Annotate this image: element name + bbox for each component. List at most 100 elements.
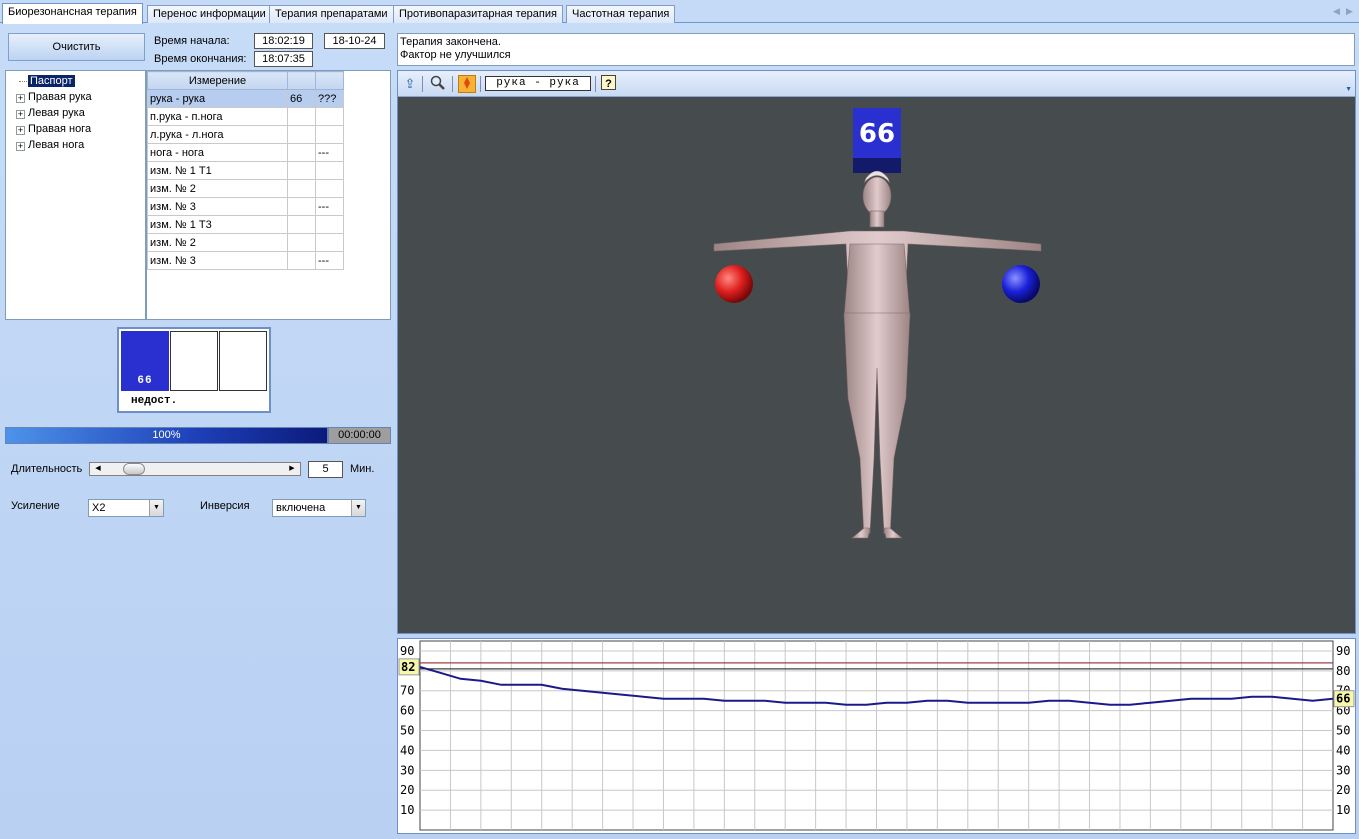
tree-item-left-arm[interactable]: + Левая рука [6,105,85,121]
right-electrode-sphere [1002,265,1040,303]
tab-scroll-left-icon[interactable]: ◀ [1333,6,1340,17]
table-cell-v1 [287,197,316,216]
y-tick-label-left: 60 [400,704,414,718]
tree-item-right-arm[interactable]: + Правая рука [6,89,92,105]
table-row[interactable]: изм. № 3 --- [147,197,344,216]
table-cell-v1 [287,143,316,162]
chevron-down-icon[interactable]: ▼ [351,500,365,516]
y-tick-label-left: 20 [400,783,414,797]
status-line-2: Фактор не улучшился [400,49,511,61]
gain-label: Усиление [11,500,60,512]
tab-bioresonance[interactable]: Биорезонансная терапия [2,3,143,24]
y-tick-label-left: 40 [400,743,414,757]
tab-frequency[interactable]: Частотная терапия [566,5,676,23]
mode-field: рука - рука [485,76,591,91]
tab-drug-therapy[interactable]: Терапия препаратами [269,5,394,23]
toolbar-chevron-down-icon[interactable]: ▼ [1345,86,1352,93]
table-cell-v2 [315,179,344,198]
slider-left-icon[interactable]: ◀ [92,463,104,475]
expand-icon[interactable]: + [16,126,25,135]
end-time-value: 18:07:35 [254,51,313,67]
grid-header-measurement[interactable]: Измерение [147,71,288,90]
table-cell-v1: 66 [287,89,316,108]
svg-text:?: ? [605,78,612,90]
table-row[interactable]: изм. № 1 T3 [147,215,344,234]
gain-select[interactable]: X2 ▼ [88,499,164,517]
table-row[interactable]: изм. № 3 --- [147,251,344,270]
meter-bar: 66 [121,331,169,391]
tab-scroll-right-icon[interactable]: ▶ [1346,6,1353,17]
table-cell-v1 [287,215,316,234]
meter-label: недост. [131,395,178,407]
slider-thumb[interactable] [123,463,145,475]
y-tick-label-right: 80 [1336,664,1350,678]
y-tick-label-right: 50 [1336,724,1350,738]
table-cell-v2: ??? [315,89,344,108]
human-figure [713,170,1042,539]
table-cell-v1 [287,125,316,144]
table-row[interactable]: изм. № 1 T1 [147,161,344,180]
table-cell-v2: --- [315,143,344,162]
table-cell-v1 [287,251,316,270]
start-time-label: Время начала: [154,35,230,47]
table-row[interactable]: нога - нога --- [147,143,344,162]
table-cell-name: изм. № 2 [147,233,288,252]
status-box: Терапия закончена. Фактор не улучшился [397,33,1355,66]
tab-bar: Биорезонансная терапия Перенос информаци… [0,0,1359,24]
tree-item-left-leg[interactable]: + Левая нога [6,137,84,153]
table-cell-name: изм. № 3 [147,197,288,216]
value-meter: 66 недост. [117,327,271,413]
expand-icon[interactable]: + [16,94,25,103]
duration-unit: Мин. [350,463,375,475]
table-row[interactable]: изм. № 2 [147,179,344,198]
y-tick-label-right: 10 [1336,803,1350,817]
progress-bar: 100% [5,427,328,444]
y-tick-label-right: 90 [1336,644,1350,658]
expand-icon[interactable]: + [16,110,25,119]
export-icon[interactable]: ⇪ [401,75,419,93]
slider-right-icon[interactable]: ▶ [286,463,298,475]
tree-item-passport[interactable]: Паспорт [28,73,75,89]
table-cell-v2 [315,161,344,180]
chevron-down-icon[interactable]: ▼ [149,500,163,516]
duration-value[interactable]: 5 [308,461,343,478]
table-cell-v2 [315,125,344,144]
clear-button[interactable]: Очистить [8,33,145,61]
table-cell-v1 [287,161,316,180]
grid-header-result[interactable] [315,71,344,90]
table-cell-v2 [315,107,344,126]
zoom-icon[interactable] [429,75,447,93]
table-row[interactable]: рука - рука 66??? [147,89,344,108]
date-value: 18-10-24 [324,33,385,49]
measurement-grid: Измерение рука - рука 66??? п.рука - п.ног… [146,70,391,320]
y-tick-label-left: 90 [400,644,414,658]
duration-slider[interactable]: ◀ ▶ [89,462,301,476]
status-line-1: Терапия закончена. [400,36,501,48]
table-cell-v2 [315,215,344,234]
table-cell-v1 [287,233,316,252]
tab-info-transfer[interactable]: Перенос информации [147,5,272,23]
value-badge: 66 [853,108,901,173]
tab-antiparasite[interactable]: Противопаразитарная терапия [393,5,563,23]
help-icon[interactable]: ? [599,75,617,93]
meter-cell [170,331,218,391]
body-part-tree: Паспорт + Правая рука + Левая рука + Правая… [5,70,146,320]
tree-item-right-leg[interactable]: + Правая нога [6,121,91,137]
value-badge-text: 66 [859,119,895,149]
y-tick-label-left: 70 [400,684,414,698]
table-row[interactable]: изм. № 2 [147,233,344,252]
body-viewer[interactable]: ⇪ рука - рука ? ▼ 66 [397,70,1356,634]
highlight-icon[interactable] [458,75,476,93]
table-cell-v2: --- [315,197,344,216]
table-row[interactable]: л.рука - л.нога [147,125,344,144]
toolbar-separator [595,76,596,92]
expand-icon[interactable]: + [16,142,25,151]
toolbar-separator [480,76,481,92]
table-cell-name: л.рука - л.нога [147,125,288,144]
grid-header-value[interactable] [287,71,316,90]
left-electrode-sphere [715,265,753,303]
end-marker-label: 66 [1336,692,1350,706]
table-row[interactable]: п.рука - п.нога [147,107,344,126]
inversion-select[interactable]: включена ▼ [272,499,366,517]
start-marker-label: 82 [401,660,415,674]
